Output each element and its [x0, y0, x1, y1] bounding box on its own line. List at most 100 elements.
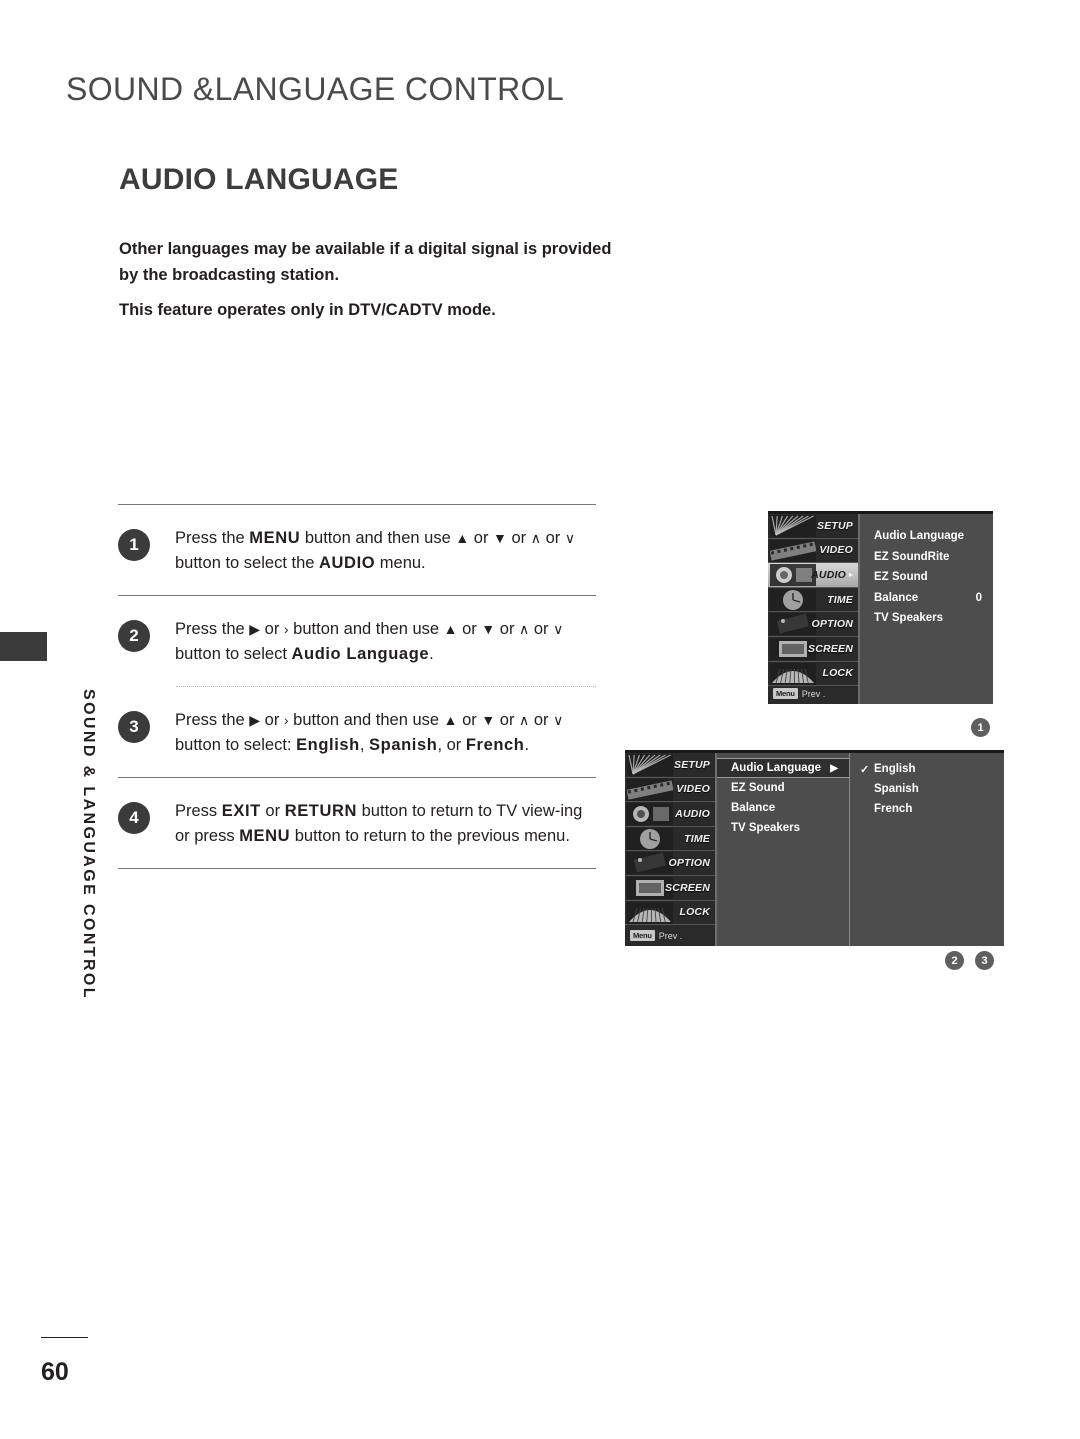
- osd-submenu-row-label: French: [874, 803, 913, 815]
- osd-step-marker-2: 2: [945, 951, 964, 970]
- step-number-badge: 2: [118, 620, 150, 652]
- filmstrip-icon: [627, 778, 673, 801]
- osd-prev-label: Prev .: [801, 688, 826, 699]
- step-number-badge: 3: [118, 711, 150, 743]
- osd-menu-row-label: TV Speakers: [874, 612, 944, 624]
- osd-menu-list: Audio Language ▶ EZ Sound Balance TV Speaker…: [717, 753, 850, 946]
- lock-icon: [627, 901, 673, 924]
- osd-category-lock[interactable]: LOCK: [768, 662, 858, 687]
- osd-menu-row-label: Balance: [731, 802, 776, 814]
- osd-step-marker-1: 1: [971, 718, 990, 737]
- osd-category-label: TIME: [684, 832, 710, 845]
- osd-prev-hint: Menu Prev .: [630, 930, 682, 941]
- osd-menu-row[interactable]: Audio Language ▶: [717, 758, 849, 778]
- osd-submenu-row-label: English: [874, 763, 916, 775]
- osd-category-setup[interactable]: SETUP: [625, 753, 715, 778]
- osd-prev-label: Prev .: [658, 930, 683, 941]
- osd-category-time[interactable]: TIME: [625, 827, 715, 852]
- osd-menu-list: Audio Language EZ SoundRite EZ Sound Balanc…: [860, 514, 993, 704]
- osd-menu-row[interactable]: Balance: [717, 798, 849, 818]
- osd-category-option[interactable]: OPTION: [625, 851, 715, 876]
- osd-category-audio[interactable]: AUDIO ▸: [768, 563, 858, 588]
- side-tab-marker: [0, 632, 47, 661]
- step-item: 1 Press the MENU button and then use ▲ or…: [118, 505, 596, 595]
- chevron-right-icon: ▸: [848, 570, 853, 580]
- intro-text: Other languages may be available if a di…: [119, 236, 619, 323]
- osd-category-video[interactable]: VIDEO: [625, 778, 715, 803]
- osd-category-label: SETUP: [673, 758, 710, 771]
- osd-category-audio[interactable]: AUDIO: [625, 802, 715, 827]
- osd-category-label: VIDEO: [819, 544, 853, 557]
- footer-divider: [41, 1337, 88, 1338]
- osd-menu-row[interactable]: Audio Language: [860, 526, 993, 546]
- osd-category-video[interactable]: VIDEO: [768, 539, 858, 564]
- clock-icon: [770, 588, 816, 611]
- section-title: AUDIO LANGUAGE: [119, 163, 399, 196]
- osd-category-sidebar: SETUP VIDEO AUDIO ▸ TIME OPTION SCREEN LOCK Menu…: [768, 514, 860, 704]
- osd-category-label: OPTION: [668, 857, 710, 870]
- osd-category-label: VIDEO: [676, 783, 710, 796]
- osd-menu-row-value: 0: [975, 591, 982, 604]
- osd-category-screen[interactable]: SCREEN: [625, 876, 715, 901]
- osd-category-label: SCREEN: [665, 881, 710, 894]
- page-number: 60: [41, 1358, 69, 1386]
- osd-menu-row[interactable]: EZ SoundRite: [860, 547, 993, 567]
- osd-category-setup[interactable]: SETUP: [768, 514, 858, 539]
- osd-category-screen[interactable]: SCREEN: [768, 637, 858, 662]
- osd-menu-row[interactable]: Balance 0: [860, 588, 993, 608]
- osd-menu-row[interactable]: EZ Sound: [860, 567, 993, 587]
- speaker-dial-icon: [770, 564, 816, 587]
- step-divider: [118, 868, 596, 869]
- fan-icon: [770, 515, 816, 537]
- speaker-dial-icon: [627, 803, 673, 826]
- osd-menu-row-label: TV Speakers: [731, 822, 801, 834]
- steps-list: 1 Press the MENU button and then use ▲ or…: [118, 504, 596, 869]
- osd-submenu-row[interactable]: ✓ English: [860, 759, 1004, 779]
- check-icon: ✓: [860, 763, 870, 776]
- osd-category-option[interactable]: OPTION: [768, 612, 858, 637]
- osd-category-label: AUDIO: [675, 807, 710, 820]
- page-title: SOUND &LANGUAGE CONTROL: [66, 71, 565, 107]
- osd-menu-row[interactable]: EZ Sound: [717, 778, 849, 798]
- osd-menu-row-label: Audio Language: [874, 530, 965, 542]
- osd-category-time[interactable]: TIME: [768, 588, 858, 613]
- osd-submenu-row[interactable]: Spanish: [860, 779, 1004, 799]
- step-item: 3 Press the ▶ or › button and then use ▲ …: [118, 687, 596, 777]
- intro-line-1: Other languages may be available if a di…: [119, 240, 612, 284]
- side-tab-label: SOUND & LANGUAGE CONTROL: [80, 689, 97, 1000]
- step-text: Press the MENU button and then use ▲ or …: [175, 529, 576, 572]
- osd-submenu-row[interactable]: French: [860, 799, 1004, 819]
- osd-menu-row-label: Balance: [874, 591, 919, 604]
- osd-menu-row[interactable]: TV Speakers: [860, 608, 993, 628]
- osd-menu-row[interactable]: TV Speakers: [717, 818, 849, 838]
- step-text: Press EXIT or RETURN button to return to…: [175, 802, 583, 845]
- osd-menu-row-label: Audio Language: [731, 762, 822, 774]
- osd-menu-row-label: EZ Sound: [874, 571, 928, 583]
- osd-menu-row-label: EZ Sound: [731, 782, 785, 794]
- tag-icon: [770, 613, 816, 636]
- step-item: 4 Press EXIT or RETURN button to return t…: [118, 778, 596, 868]
- step-text: Press the ▶ or › button and then use ▲ o…: [175, 711, 564, 754]
- lock-icon: [770, 662, 816, 685]
- osd-prev-hint: Menu Prev .: [773, 688, 825, 699]
- osd-category-label: SETUP: [816, 519, 853, 532]
- menu-key-badge: Menu: [630, 930, 655, 941]
- osd-menu-row-label: EZ SoundRite: [874, 550, 950, 563]
- osd-screenshot-audio-menu: SETUP VIDEO AUDIO ▸ TIME OPTION SCREEN LOCK Menu…: [768, 511, 993, 704]
- tag-icon: [627, 852, 673, 875]
- osd-submenu-row-label: Spanish: [874, 783, 919, 795]
- step-number-badge: 1: [118, 529, 150, 561]
- step-text: Press the ▶ or › button and then use ▲ o…: [175, 620, 564, 663]
- osd-category-label: AUDIO: [811, 568, 846, 581]
- fan-icon: [627, 754, 673, 776]
- osd-category-label: LOCK: [679, 906, 710, 919]
- osd-category-label: SCREEN: [808, 642, 853, 655]
- menu-key-badge: Menu: [773, 688, 798, 699]
- osd-category-label: OPTION: [811, 618, 853, 631]
- osd-category-sidebar: SETUP VIDEO AUDIO TIME OPTION SCREEN LOCK Menu P…: [625, 753, 717, 946]
- clock-icon: [627, 827, 673, 850]
- intro-line-2: This feature operates only in DTV/CADTV …: [119, 301, 496, 319]
- osd-category-label: TIME: [827, 593, 853, 606]
- osd-category-lock[interactable]: LOCK: [625, 901, 715, 926]
- arrow-right-icon: ▶: [830, 762, 838, 774]
